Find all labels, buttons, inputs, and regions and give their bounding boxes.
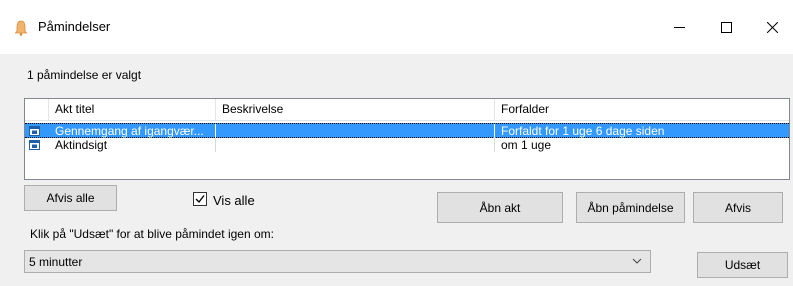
list-item[interactable]: Gennemgang af igangvær... Forfaldt for 1… (25, 123, 789, 138)
title-bar: Påmindelser (0, 0, 793, 54)
checkmark-icon (195, 195, 205, 204)
dismiss-all-button[interactable]: Afvis alle (24, 185, 117, 211)
snooze-button[interactable]: Udsæt (697, 252, 788, 278)
maximize-button[interactable] (703, 0, 749, 54)
close-icon (766, 21, 778, 33)
show-all-label: Vis alle (213, 193, 255, 208)
calendar-icon (29, 140, 40, 150)
cell-due: om 1 uge (501, 138, 552, 152)
cell-description (216, 138, 495, 152)
chevron-down-icon (632, 258, 642, 264)
minimize-button[interactable] (656, 0, 702, 54)
column-header-due[interactable]: Forfalder (495, 99, 789, 120)
snooze-duration-value: 5 minutter (29, 255, 83, 269)
column-header-icon[interactable] (25, 99, 49, 120)
minimize-icon (673, 26, 685, 28)
open-reminder-button[interactable]: Åbn påmindelse (576, 192, 685, 223)
cell-title: Gennemgang af igangvær... (49, 124, 216, 138)
dismiss-button[interactable]: Afvis (693, 192, 783, 223)
list-header: Akt titel Beskrivelse Forfalder (25, 99, 789, 121)
cell-due: Forfaldt for 1 uge 6 dage siden (501, 124, 665, 138)
window-title: Påmindelser (38, 19, 111, 34)
snooze-duration-select[interactable]: 5 minutter (24, 250, 651, 273)
maximize-icon (720, 21, 732, 33)
list-item[interactable]: Aktindsigt om 1 uge (25, 138, 789, 152)
selection-count-label: 1 påmindelse er valgt (27, 68, 142, 82)
column-header-description[interactable]: Beskrivelse (216, 99, 495, 120)
column-header-title[interactable]: Akt titel (49, 99, 216, 120)
close-button[interactable] (749, 0, 793, 54)
bell-icon (15, 20, 27, 36)
calendar-icon (29, 126, 40, 136)
cell-title: Aktindsigt (49, 138, 216, 152)
cell-description (216, 124, 495, 138)
reminder-list[interactable]: Akt titel Beskrivelse Forfalder Gennemga… (24, 98, 790, 180)
open-case-button[interactable]: Åbn akt (437, 192, 563, 223)
snooze-instruction: Klik på "Udsæt" for at blive påmindet ig… (30, 227, 274, 241)
show-all-checkbox[interactable] (193, 192, 207, 206)
